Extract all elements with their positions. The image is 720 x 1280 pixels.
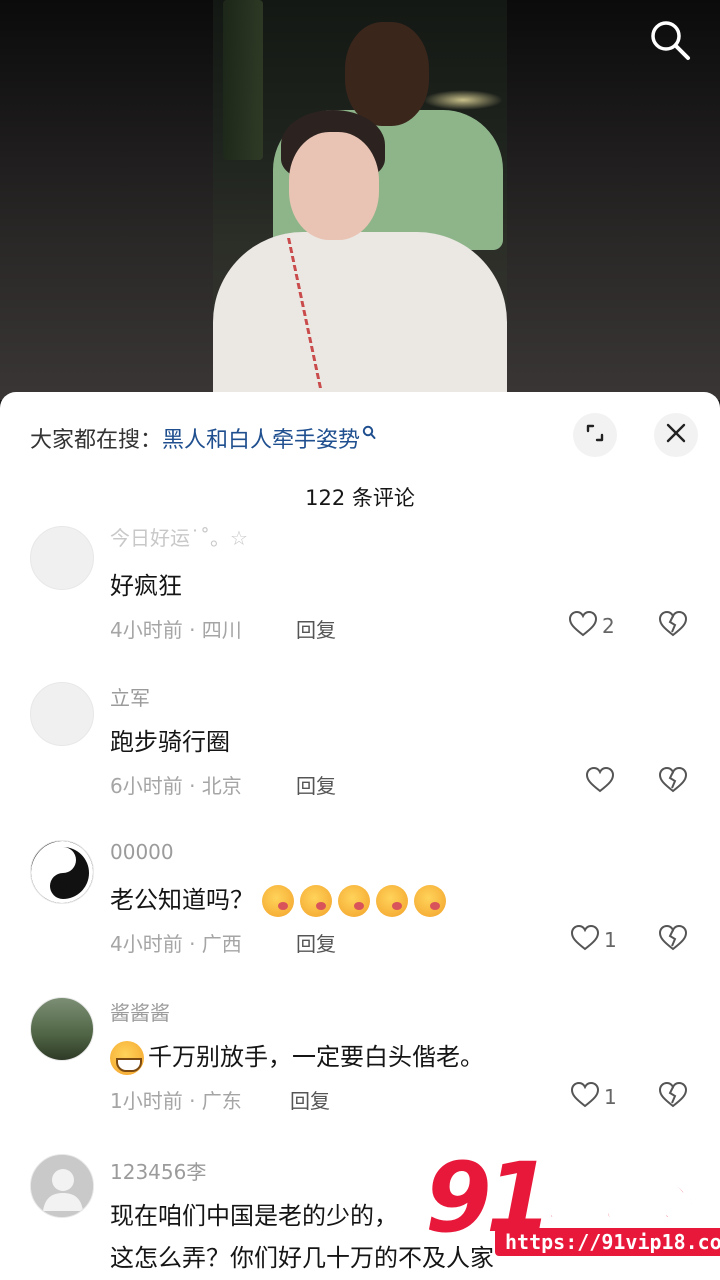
watermark-url: https://91vip18.com — [495, 1228, 720, 1256]
comment-text-value: 千万别放手，一定要白头偕老。 — [148, 1043, 484, 1071]
person-back-head — [345, 22, 429, 126]
grin-emoji-icon — [110, 1041, 144, 1075]
reply-button[interactable]: 回复 — [290, 1085, 330, 1114]
reply-button[interactable]: 回复 — [296, 928, 336, 957]
street-light-shape — [423, 90, 503, 110]
person-front-body — [213, 232, 507, 395]
suggestion-query[interactable]: 黑人和白人牵手姿势 — [162, 428, 360, 453]
like-button[interactable] — [585, 766, 615, 798]
comment-username[interactable]: 00000 — [110, 840, 174, 864]
kiss-emoji-icon — [261, 885, 294, 917]
like-button[interactable]: 1 — [570, 924, 617, 956]
avatar[interactable] — [30, 682, 94, 746]
kiss-emoji-icon — [375, 885, 408, 917]
watermark: 91 吃瓜中心 https://91vip18.com — [425, 1150, 720, 1270]
kiss-emoji-icon — [299, 885, 332, 917]
comment-meta: 4小时前 · 广西 — [110, 932, 242, 956]
close-icon — [665, 422, 687, 448]
reply-button[interactable]: 回复 — [296, 614, 336, 643]
comment-text-value: 老公知道吗？ — [110, 886, 254, 914]
comment-username[interactable]: 酱酱酱 — [110, 997, 170, 1026]
heart-icon — [568, 610, 598, 642]
avatar[interactable] — [30, 1154, 94, 1218]
comment-text: 老公知道吗？ — [110, 880, 452, 917]
video-frame — [213, 0, 507, 395]
like-count: 1 — [604, 1085, 617, 1109]
comment-count-title: 122 条评论 — [305, 486, 415, 510]
search-small-icon — [362, 422, 376, 447]
heart-icon — [570, 1081, 600, 1113]
dislike-button[interactable] — [658, 610, 688, 642]
suggestion-prefix: 大家都在搜： — [30, 428, 163, 453]
broken-heart-icon — [658, 924, 688, 956]
avatar[interactable] — [30, 997, 94, 1061]
comment-username[interactable]: 立军 — [110, 682, 150, 711]
comment-sheet: 大家都在搜：黑人和白人牵手姿势 122 条评论 今日好运˙˚。☆ 好疯狂 4小时… — [0, 392, 720, 1280]
avatar[interactable] — [30, 526, 94, 590]
comment-text: 千万别放手，一定要白头偕老。 — [110, 1037, 484, 1075]
comment-meta: 6小时前 · 北京 — [110, 774, 242, 798]
comment-text: 好疯狂 — [110, 572, 182, 600]
expand-icon — [583, 421, 607, 449]
dislike-button[interactable] — [658, 1081, 688, 1113]
broken-heart-icon — [658, 1081, 688, 1113]
broken-heart-icon — [658, 610, 688, 642]
broken-heart-icon — [658, 766, 688, 798]
close-button[interactable] — [654, 413, 698, 457]
person-front-head — [289, 132, 379, 240]
dislike-button[interactable] — [658, 924, 688, 956]
video-player[interactable] — [0, 0, 720, 400]
search-suggestion[interactable]: 大家都在搜：黑人和白人牵手姿势 — [30, 422, 376, 454]
watermark-name: 吃瓜中心 — [532, 1179, 694, 1227]
comment-meta: 4小时前 · 四川 — [110, 618, 242, 642]
heart-icon — [570, 924, 600, 956]
avatar[interactable] — [30, 840, 94, 904]
like-button[interactable]: 1 — [570, 1081, 617, 1113]
dislike-button[interactable] — [658, 766, 688, 798]
comment-meta: 1小时前 · 广东 — [110, 1089, 242, 1113]
kiss-emoji-icon — [413, 885, 446, 917]
reply-button[interactable]: 回复 — [296, 770, 336, 799]
tree-shape — [223, 0, 263, 160]
kiss-emoji-icon — [337, 885, 370, 917]
like-count: 1 — [604, 928, 617, 952]
like-count: 2 — [602, 614, 615, 638]
heart-icon — [585, 766, 615, 798]
comment-text: 现在咱们中国是老的少的， — [110, 1202, 398, 1230]
comment-text: 跑步骑行圈 — [110, 728, 230, 756]
comment-username[interactable]: 123456李 — [110, 1156, 206, 1185]
expand-button[interactable] — [573, 413, 617, 457]
search-icon[interactable] — [648, 18, 692, 62]
comment-username[interactable]: 今日好运˙˚。☆ — [110, 522, 248, 551]
like-button[interactable]: 2 — [568, 610, 615, 642]
